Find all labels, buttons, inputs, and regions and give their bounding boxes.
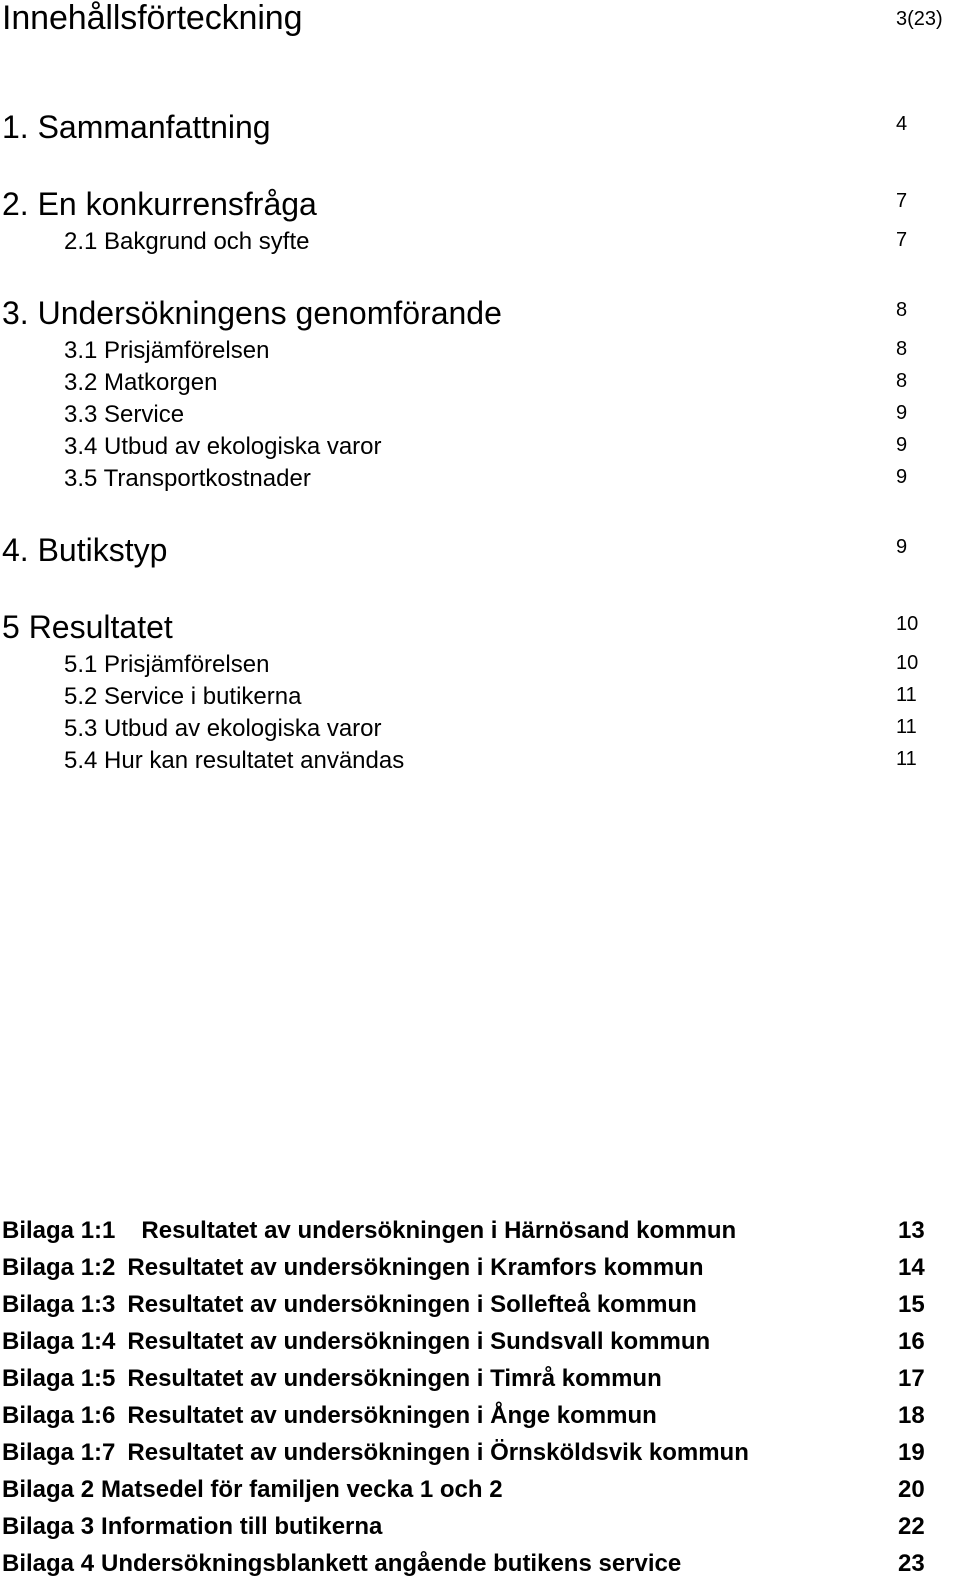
toc-entry-3-4-utbud-av-ekologiska-varor[interactable]: 3.4 Utbud av ekologiska varor 9 [0, 431, 960, 463]
toc-entry-label: 5.2 Service i butikerna [64, 683, 302, 710]
toc-entry-5-resultatet[interactable]: 5 Resultatet 10 [0, 606, 960, 649]
appendix-entry-bilaga-1-3[interactable]: Bilaga 1:3 Resultatet av undersökningen i… [0, 1286, 960, 1323]
appendix-entry-label: Bilaga 2 [2, 1476, 95, 1503]
appendix-entry-label: Bilaga 1:5 [2, 1365, 116, 1392]
toc-entry-2-1-bakgrund-och-syfte[interactable]: 2.1 Bakgrund och syfte 7 [0, 226, 960, 258]
toc-entry-label: 5.3 Utbud av ekologiska varor [64, 715, 382, 742]
appendix-list: Bilaga 1:1 Resultatet av undersökningen i… [0, 1212, 960, 1582]
toc-entry-page: 9 [896, 536, 908, 558]
toc-entry-label: 3.1 Prisjämförelsen [64, 337, 270, 364]
appendix-entry-label: Bilaga 1:7 [2, 1439, 116, 1466]
toc-entry-label: 2.1 Bakgrund och syfte [64, 228, 310, 255]
toc-entry-label: 1. Sammanfattning [2, 109, 271, 145]
toc-entry-5-2-service-i-butikerna[interactable]: 5.2 Service i butikerna 11 [0, 681, 960, 713]
toc-entry-5-4-hur-kan-resultatet-anvandas[interactable]: 5.4 Hur kan resultatet användas 11 [0, 745, 960, 777]
toc-entry-page: 8 [896, 338, 908, 360]
toc-entry-page: 11 [896, 748, 917, 770]
appendix-entry-text: Resultatet av undersökningen i Timrå kom… [127, 1365, 662, 1392]
page-header: Innehållsförteckning 3(23) [0, 0, 960, 58]
appendix-entry-bilaga-3[interactable]: Bilaga 3 Information till butikerna 22 [0, 1508, 960, 1545]
appendix-entry-label: Bilaga 1:3 [2, 1291, 116, 1318]
appendix-entry-label: Bilaga 4 [2, 1550, 95, 1577]
appendix-entry-text: Resultatet av undersökningen i Sundsvall… [127, 1328, 711, 1355]
toc-entry-3-3-service[interactable]: 3.3 Service 9 [0, 399, 960, 431]
appendix-entry-text: Resultatet av undersökningen i Kramfors … [127, 1254, 704, 1281]
toc-entry-label: 3. Undersökningens genomförande [2, 295, 502, 331]
appendix-entry-page: 16 [898, 1328, 925, 1355]
toc-entry-label: 5.1 Prisjämförelsen [64, 651, 270, 678]
document-page: Innehållsförteckning 3(23) 1. Sammanfatt… [0, 0, 960, 1577]
toc-entry-label: 2. En konkurrensfråga [2, 186, 317, 222]
appendix-entry-text: Resultatet av undersökningen i Härnösand… [141, 1217, 737, 1244]
toc-entry-label: 3.5 Transportkostnader [64, 465, 311, 492]
table-of-contents: 1. Sammanfattning 4 2. En konkurrensfråg… [0, 84, 960, 777]
appendix-entry-label: Bilaga 1:4 [2, 1328, 116, 1355]
toc-entry-label: 3.3 Service [64, 401, 185, 428]
appendix-entry-page: 14 [898, 1254, 925, 1281]
toc-entry-page: 9 [896, 402, 908, 424]
toc-entry-3-5-transportkostnader[interactable]: 3.5 Transportkostnader 9 [0, 463, 960, 495]
appendix-entry-bilaga-1-6[interactable]: Bilaga 1:6 Resultatet av undersökningen i… [0, 1397, 960, 1434]
page-title: Innehållsförteckning [2, 0, 303, 37]
appendix-entry-bilaga-1-1[interactable]: Bilaga 1:1 Resultatet av undersökningen i… [0, 1212, 960, 1249]
toc-entry-4-butikstyp[interactable]: 4. Butikstyp 9 [0, 529, 960, 572]
appendix-entry-text: Information till butikerna [101, 1513, 383, 1540]
toc-entry-page: 11 [896, 684, 917, 706]
appendix-entry-bilaga-1-4[interactable]: Bilaga 1:4 Resultatet av undersökningen i… [0, 1323, 960, 1360]
toc-entry-page: 10 [896, 613, 919, 635]
toc-entry-page: 7 [896, 190, 908, 212]
appendix-entry-text: Matsedel för familjen vecka 1 och 2 [101, 1476, 503, 1503]
toc-entry-5-1-prisjamforelsen[interactable]: 5.1 Prisjämförelsen 10 [0, 649, 960, 681]
appendix-entry-text: Undersökningsblankett angående butikens … [101, 1550, 682, 1577]
appendix-entry-label: Bilaga 3 [2, 1513, 95, 1540]
appendix-entry-text: Resultatet av undersökningen i Sollefteå… [127, 1291, 697, 1318]
appendix-entry-page: 19 [898, 1439, 925, 1466]
appendix-entry-bilaga-4[interactable]: Bilaga 4 Undersökningsblankett angående b… [0, 1545, 960, 1582]
page-indicator: 3(23) [896, 8, 943, 30]
appendix-entry-page: 20 [898, 1476, 925, 1503]
toc-entry-page: 9 [896, 434, 908, 456]
toc-entry-1-sammanfattning[interactable]: 1. Sammanfattning 4 [0, 106, 960, 149]
appendix-entry-bilaga-2[interactable]: Bilaga 2 Matsedel för familjen vecka 1 oc… [0, 1471, 960, 1508]
toc-entry-page: 8 [896, 299, 908, 321]
appendix-entry-bilaga-1-5[interactable]: Bilaga 1:5 Resultatet av undersökningen i… [0, 1360, 960, 1397]
toc-entry-label: 3.4 Utbud av ekologiska varor [64, 433, 382, 460]
toc-entry-3-undersokningens-genomforande[interactable]: 3. Undersökningens genomförande 8 [0, 292, 960, 335]
toc-entry-label: 5.4 Hur kan resultatet användas [64, 747, 405, 774]
appendix-entry-page: 17 [898, 1365, 925, 1392]
toc-entry-label: 5 Resultatet [2, 609, 173, 645]
toc-entry-page: 10 [896, 652, 919, 674]
appendix-entry-page: 18 [898, 1402, 925, 1429]
toc-entry-page: 9 [896, 466, 908, 488]
toc-entry-page: 4 [896, 113, 908, 135]
appendix-entry-label: Bilaga 1:2 [2, 1254, 116, 1281]
toc-entry-3-2-matkorgen[interactable]: 3.2 Matkorgen 8 [0, 367, 960, 399]
toc-entry-label: 3.2 Matkorgen [64, 369, 218, 396]
appendix-entry-page: 22 [898, 1513, 925, 1540]
toc-entry-2-en-konkurrensfraga[interactable]: 2. En konkurrensfråga 7 [0, 183, 960, 226]
appendix-entry-text: Resultatet av undersökningen i Örnskölds… [127, 1439, 749, 1466]
appendix-entry-label: Bilaga 1:6 [2, 1402, 116, 1429]
appendix-entry-page: 23 [898, 1550, 925, 1577]
toc-entry-5-3-utbud-av-ekologiska-varor[interactable]: 5.3 Utbud av ekologiska varor 11 [0, 713, 960, 745]
appendix-entry-page: 15 [898, 1291, 925, 1318]
appendix-entry-bilaga-1-7[interactable]: Bilaga 1:7 Resultatet av undersökningen i… [0, 1434, 960, 1471]
toc-entry-page: 11 [896, 716, 917, 738]
toc-entry-3-1-prisjamforelsen[interactable]: 3.1 Prisjämförelsen 8 [0, 335, 960, 367]
toc-entry-page: 7 [896, 229, 908, 251]
toc-entry-page: 8 [896, 370, 908, 392]
toc-entry-label: 4. Butikstyp [2, 532, 168, 568]
appendix-entry-text: Resultatet av undersökningen i Ånge komm… [127, 1402, 657, 1429]
appendix-entry-page: 13 [898, 1217, 925, 1244]
appendix-entry-label: Bilaga 1:1 [2, 1217, 116, 1244]
appendix-entry-bilaga-1-2[interactable]: Bilaga 1:2 Resultatet av undersökningen i… [0, 1249, 960, 1286]
